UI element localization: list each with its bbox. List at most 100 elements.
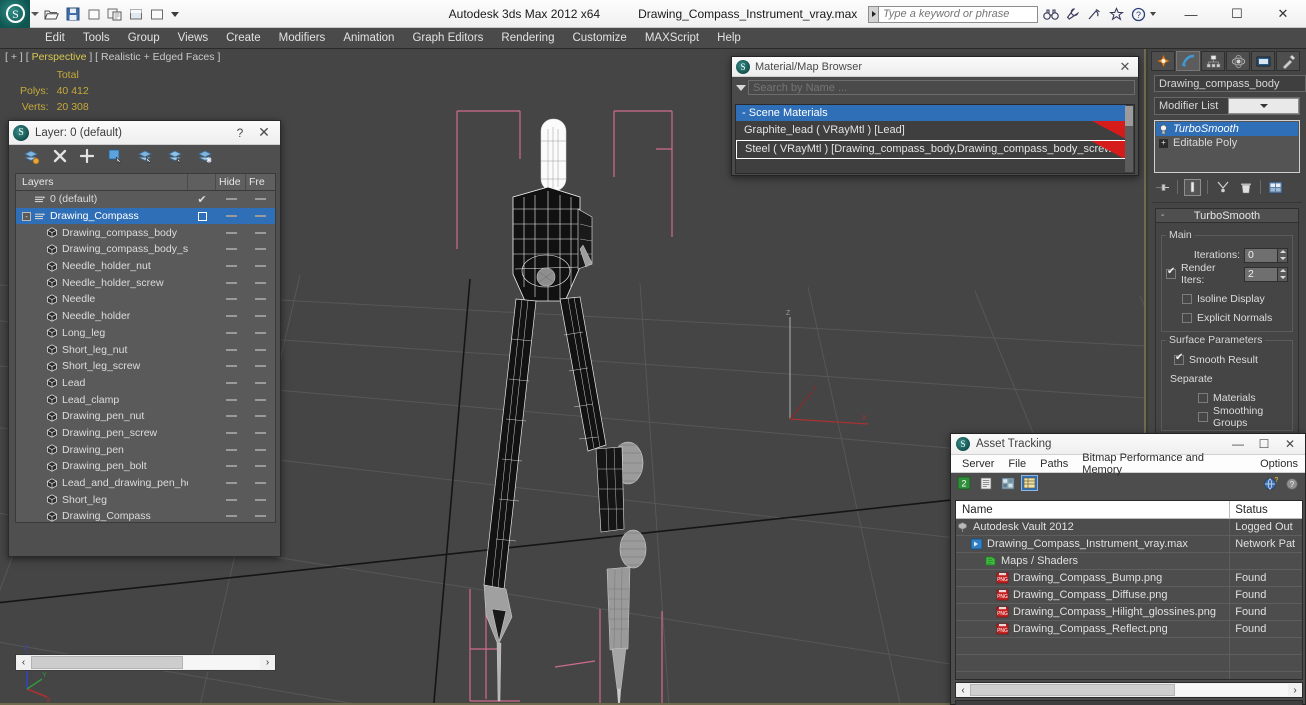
- asset-row-name-cell[interactable]: PNG Drawing_Compass_Reflect.png: [956, 621, 1231, 637]
- layer-current-cell[interactable]: ✔: [188, 193, 216, 206]
- utilities-tab[interactable]: [1276, 51, 1300, 71]
- layer-row-name-cell[interactable]: Needle: [16, 293, 188, 305]
- layer-freeze-cell[interactable]: [246, 198, 274, 201]
- asset-row-name-cell[interactable]: PNG Drawing_Compass_Diffuse.png: [956, 587, 1231, 603]
- layer-row-name-cell[interactable]: Long_leg: [16, 327, 188, 339]
- iterations-spinner[interactable]: [1244, 247, 1288, 263]
- rollout-header[interactable]: - TurboSmooth: [1155, 208, 1299, 223]
- asset-row[interactable]: PNG Drawing_Compass_Bump.png Found: [956, 570, 1302, 587]
- layer-hide-cell[interactable]: [216, 298, 246, 301]
- layer-dialog-help-button[interactable]: ?: [228, 126, 252, 140]
- undo-icon[interactable]: [84, 5, 103, 24]
- separate-materials-checkbox[interactable]: [1198, 393, 1208, 403]
- highlight-selected-objects-icon[interactable]: [137, 148, 154, 167]
- layer-freeze-cell[interactable]: [246, 298, 274, 301]
- layer-row-name-cell[interactable]: Lead_and_drawing_pen_holder: [16, 477, 188, 489]
- create-tab[interactable]: [1151, 51, 1175, 71]
- scroll-track[interactable]: [970, 684, 1288, 696]
- layer-row[interactable]: 0 (default) ✔: [16, 191, 275, 208]
- material-list-vertical-scrollbar[interactable]: [1125, 106, 1133, 172]
- menu-item-help[interactable]: Help: [708, 28, 750, 49]
- asset-row[interactable]: PNG Drawing_Compass_Hilight_glossines.png…: [956, 604, 1302, 621]
- layer-row[interactable]: Needle_holder_nut: [16, 258, 275, 275]
- layer-row[interactable]: Lead_and_drawing_pen_holder: [16, 475, 275, 492]
- spinner-arrows-icon[interactable]: [1278, 247, 1288, 263]
- vault-icon[interactable]: 2: [955, 475, 972, 491]
- layer-current-cell[interactable]: [188, 211, 216, 221]
- scene-materials-expander[interactable]: -: [742, 107, 746, 119]
- lightbulb-icon[interactable]: [1158, 124, 1169, 135]
- layer-dialog-title-bar[interactable]: S Layer: 0 (default) ? ✕: [9, 121, 280, 145]
- render-iters-input[interactable]: [1244, 266, 1278, 282]
- layer-hide-cell[interactable]: [216, 515, 246, 518]
- smooth-result-checkbox[interactable]: [1174, 353, 1184, 365]
- layer-row[interactable]: Drawing_pen_bolt: [16, 458, 275, 475]
- layer-hide-cell[interactable]: [216, 465, 246, 468]
- asset-row[interactable]: Autodesk Vault 2012 Logged Out: [956, 519, 1302, 536]
- satellite-icon[interactable]: [1085, 5, 1104, 23]
- layer-row[interactable]: Short_leg_screw: [16, 358, 275, 375]
- material-browser-close-button[interactable]: ✕: [1116, 59, 1134, 75]
- layer-row-name-cell[interactable]: Short_leg_screw: [16, 360, 188, 372]
- layer-row-name-cell[interactable]: Short_leg_nut: [16, 344, 188, 356]
- rollout-collapse-icon[interactable]: -: [1161, 211, 1164, 221]
- render-iters-checkbox[interactable]: [1166, 267, 1176, 279]
- modifier-stack-item-editable-poly[interactable]: + Editable Poly: [1156, 136, 1298, 150]
- layer-hide-cell[interactable]: [216, 281, 246, 284]
- asset-row-name-cell[interactable]: PNG Drawing_Compass_Hilight_glossines.png: [956, 604, 1231, 620]
- scroll-thumb[interactable]: [1125, 106, 1133, 126]
- layer-freeze-cell[interactable]: [246, 315, 274, 318]
- layer-row-name-cell[interactable]: - Drawing_Compass: [16, 210, 188, 222]
- viewport-view-name[interactable]: Perspective: [32, 51, 87, 63]
- asset-menu-server[interactable]: Server: [955, 458, 1001, 470]
- layer-hide-cell[interactable]: [216, 348, 246, 351]
- layer-hide-cell[interactable]: [216, 198, 246, 201]
- app-menu-caret-icon[interactable]: [31, 12, 39, 16]
- show-end-result-icon[interactable]: [1184, 178, 1201, 196]
- layer-row[interactable]: Drawing_compass_body_screws: [16, 241, 275, 258]
- modifier-list-dropdown[interactable]: Modifier List: [1154, 97, 1300, 115]
- layer-freeze-cell[interactable]: [246, 381, 274, 384]
- menu-item-graph-editors[interactable]: Graph Editors: [403, 28, 492, 49]
- scene-materials-group-header[interactable]: - Scene Materials: [736, 105, 1126, 121]
- menu-item-maxscript[interactable]: MAXScript: [636, 28, 708, 49]
- layer-row-name-cell[interactable]: Lead_clamp: [16, 394, 188, 406]
- help-icon[interactable]: ?: [1129, 5, 1148, 23]
- help-globe-icon[interactable]: ?: [1262, 475, 1279, 491]
- scroll-track[interactable]: [31, 656, 260, 669]
- layer-row-name-cell[interactable]: Needle_holder_screw: [16, 277, 188, 289]
- freeze-unfreeze-icon[interactable]: [197, 148, 214, 167]
- material-search-input[interactable]: [748, 80, 1135, 95]
- display-tab[interactable]: [1251, 51, 1275, 71]
- layer-hide-cell[interactable]: [216, 215, 246, 218]
- list-view-icon[interactable]: [977, 475, 994, 491]
- remove-modifier-icon[interactable]: [1237, 179, 1254, 196]
- asset-row[interactable]: Maps / Shaders: [956, 553, 1302, 570]
- asset-maximize-button[interactable]: ☐: [1251, 437, 1277, 451]
- asset-close-button[interactable]: ✕: [1277, 437, 1303, 451]
- scroll-thumb[interactable]: [970, 684, 1175, 696]
- asset-menu-options[interactable]: Options: [1253, 458, 1305, 470]
- layer-freeze-cell[interactable]: [246, 248, 274, 251]
- render-iters-spinner[interactable]: [1244, 266, 1288, 282]
- layer-row-name-cell[interactable]: Drawing_pen: [16, 444, 188, 456]
- create-new-layer-icon[interactable]: [23, 148, 40, 167]
- layer-hide-cell[interactable]: [216, 431, 246, 434]
- isoline-display-row[interactable]: Isoline Display: [1166, 291, 1288, 307]
- close-button[interactable]: ✕: [1260, 0, 1306, 28]
- layer-freeze-cell[interactable]: [246, 515, 274, 518]
- scene-materials-list[interactable]: - Scene Materials Graphite_lead ( VRayMt…: [735, 104, 1135, 174]
- layer-dialog-close-button[interactable]: ✕: [252, 124, 276, 141]
- separate-smoothing-groups-row[interactable]: Smoothing Groups: [1166, 405, 1288, 429]
- star-icon[interactable]: [1107, 5, 1126, 23]
- asset-row-name-cell[interactable]: Autodesk Vault 2012: [956, 519, 1231, 535]
- add-selected-objects-icon[interactable]: [79, 148, 95, 166]
- asset-row[interactable]: Drawing_Compass_Instrument_vray.max Netwo…: [956, 536, 1302, 553]
- scroll-left-icon[interactable]: ‹: [16, 657, 31, 668]
- layer-row[interactable]: Drawing_pen_screw: [16, 425, 275, 442]
- layer-freeze-cell[interactable]: [246, 431, 274, 434]
- select-highlighted-objects-icon[interactable]: [107, 148, 124, 167]
- layer-explorer-dialog[interactable]: S Layer: 0 (default) ? ✕ Layers Hide Fre…: [8, 120, 281, 671]
- layer-row-name-cell[interactable]: Drawing_compass_body_screws: [16, 243, 188, 255]
- layer-row[interactable]: - Drawing_Compass: [16, 207, 275, 225]
